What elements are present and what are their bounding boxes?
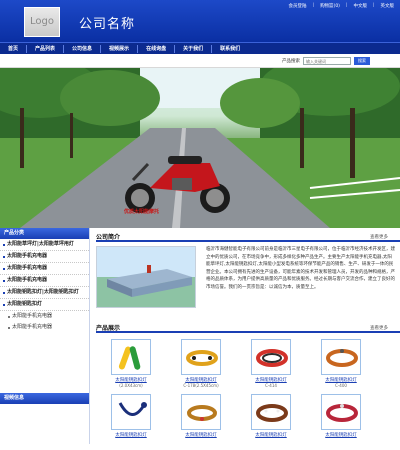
- cart-link[interactable]: 购物篮(0): [320, 3, 340, 9]
- nav-home[interactable]: 首页: [0, 43, 26, 55]
- search-button[interactable]: 搜索: [354, 57, 370, 65]
- building-illustration: [97, 247, 195, 307]
- logo[interactable]: Logo: [24, 7, 60, 37]
- product-image[interactable]: [251, 394, 291, 430]
- product-grid: 太阳能钥匙扣灯 (2.0X43cm) 太阳能钥匙扣灯 C-178(2.5X45c…: [96, 339, 400, 444]
- banner-tagline: 优质太阳能摩托: [124, 209, 160, 215]
- top-links: 会员登陆 | 购物篮(0) | 中文版 | 英文版: [289, 3, 394, 9]
- product-name[interactable]: 太阳能钥匙扣灯: [306, 432, 376, 438]
- product-card[interactable]: 太阳能钥匙扣灯 (2.0X43cm): [96, 339, 166, 388]
- product-name[interactable]: 太阳能钥匙扣灯: [236, 432, 306, 438]
- intro-title: 公司简介: [96, 234, 121, 241]
- products-more-link[interactable]: 查看更多: [370, 325, 388, 331]
- site-header: Logo 公司名称 会员登陆 | 购物篮(0) | 中文版 | 英文版: [0, 0, 400, 42]
- product-name[interactable]: 太阳能钥匙扣灯: [166, 432, 236, 438]
- intro-header: 公司简介 查看更多: [96, 231, 400, 242]
- nav-contact[interactable]: 联系我们: [212, 43, 248, 55]
- product-card[interactable]: 太阳能钥匙扣灯: [96, 394, 166, 438]
- link-separator: |: [372, 3, 375, 8]
- category-item[interactable]: 太阳能手机充电器: [0, 263, 89, 275]
- category-title: 产品分类: [0, 228, 89, 239]
- chinese-version-link[interactable]: 中文版: [353, 3, 367, 9]
- product-image[interactable]: [111, 339, 151, 375]
- search-input[interactable]: [303, 57, 351, 65]
- nav-company-info[interactable]: 公司信息: [64, 43, 100, 55]
- category-item[interactable]: 太阳能手机充电器: [0, 251, 89, 263]
- banner: 优质太阳能摩托: [0, 68, 400, 228]
- product-code: C-400: [335, 383, 347, 388]
- product-card[interactable]: 太阳能钥匙扣灯: [306, 394, 376, 438]
- intro-more-link[interactable]: 查看更多: [370, 234, 388, 240]
- main-content: 公司简介 查看更多 临沂市海健智能电子有限公司前身是临沂市三星电子有限公司，位于…: [90, 228, 400, 444]
- company-name: 公司名称: [79, 17, 136, 32]
- nav-video[interactable]: 视频展示: [101, 43, 137, 55]
- category-subitem[interactable]: 太阳能手机充电器: [0, 322, 89, 333]
- category-item[interactable]: 太阳能手机充电器: [0, 275, 89, 287]
- search-bar: 产品搜索 搜索: [0, 54, 400, 68]
- product-code: (2.0X43cm): [119, 383, 143, 388]
- page-content: 产品分类 太阳能草坪灯|太阳能草坪用灯 太阳能手机充电器 太阳能手机充电器 太阳…: [0, 228, 400, 444]
- main-nav: 首页 产品列表 公司信息 视频展示 在线询盘 关于我们 联系我们: [0, 42, 400, 54]
- product-card[interactable]: 太阳能钥匙扣灯 C-178(2.5X45cm): [166, 339, 236, 388]
- search-label: 产品搜索: [282, 59, 300, 64]
- english-version-link[interactable]: 英文版: [381, 3, 395, 9]
- products-header: 产品展示 查看更多: [96, 322, 400, 333]
- product-image[interactable]: [321, 394, 361, 430]
- category-item[interactable]: 太阳能草坪灯|太阳能草坪用灯: [0, 239, 89, 251]
- nav-products[interactable]: 产品列表: [27, 43, 63, 55]
- product-image[interactable]: [181, 339, 221, 375]
- product-code: C-414: [265, 383, 277, 388]
- banner-scene: [0, 68, 400, 228]
- member-login-link[interactable]: 会员登陆: [289, 3, 307, 9]
- product-name[interactable]: 太阳能钥匙扣灯: [96, 432, 166, 438]
- category-item[interactable]: 太阳能钥匙扣灯|太阳能钥匙扣灯: [0, 287, 89, 299]
- product-card[interactable]: 太阳能钥匙扣灯: [166, 394, 236, 438]
- product-card[interactable]: 太阳能钥匙扣灯: [236, 394, 306, 438]
- product-image[interactable]: [181, 394, 221, 430]
- sidebar: 产品分类 太阳能草坪灯|太阳能草坪用灯 太阳能手机充电器 太阳能手机充电器 太阳…: [0, 228, 90, 444]
- product-image[interactable]: [321, 339, 361, 375]
- nav-inquiry[interactable]: 在线询盘: [138, 43, 174, 55]
- products-title: 产品展示: [96, 325, 121, 332]
- category-item[interactable]: 太阳能钥匙扣灯: [0, 299, 89, 311]
- product-code: C-178(2.5X45cm): [183, 383, 219, 388]
- product-card[interactable]: 太阳能钥匙扣灯 C-414: [236, 339, 306, 388]
- company-building-image: [96, 246, 196, 308]
- product-image[interactable]: [111, 394, 151, 430]
- video-title: 视频信息: [0, 393, 89, 404]
- link-separator: |: [312, 3, 315, 8]
- nav-about[interactable]: 关于我们: [175, 43, 211, 55]
- company-intro: 临沂市海健智能电子有限公司前身是临沂市三星电子有限公司，位于临沂市经济技术开发区…: [96, 246, 400, 308]
- product-image[interactable]: [251, 339, 291, 375]
- intro-text: 临沂市海健智能电子有限公司前身是临沂市三星电子有限公司，位于临沂市经济技术开发区…: [206, 247, 395, 290]
- category-subitem[interactable]: 太阳能手机充电器: [0, 311, 89, 322]
- product-card[interactable]: 太阳能钥匙扣灯 C-400: [306, 339, 376, 388]
- link-separator: |: [345, 3, 348, 8]
